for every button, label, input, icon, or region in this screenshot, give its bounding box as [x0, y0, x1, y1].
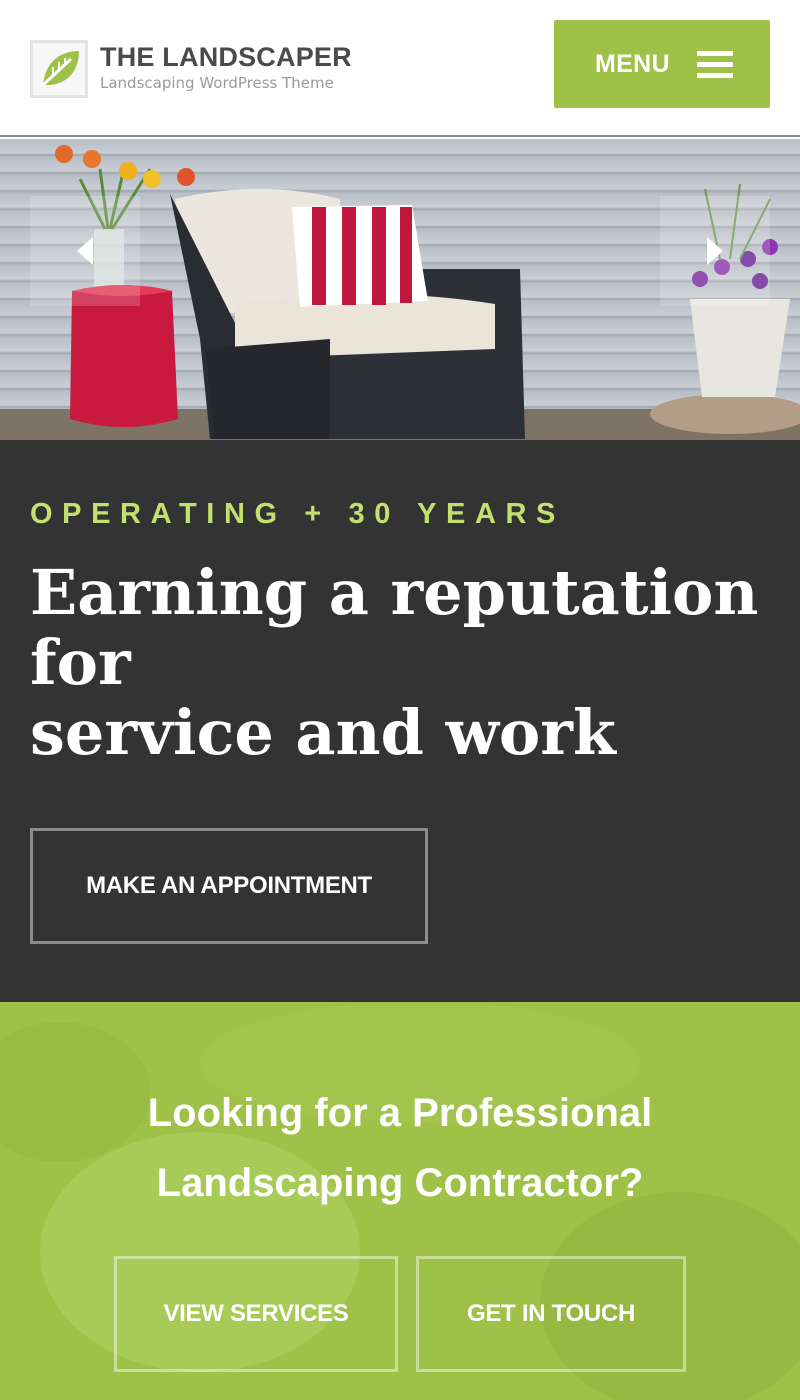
menu-button[interactable]: MENU	[554, 20, 770, 108]
headline-line: Earning a reputation	[30, 556, 759, 629]
make-appointment-button[interactable]: MAKE AN APPOINTMENT	[30, 828, 428, 944]
get-in-touch-button[interactable]: GET IN TOUCH	[416, 1256, 686, 1372]
cta-section: Looking for a Professional Landscaping C…	[0, 1002, 800, 1400]
hamburger-icon	[696, 45, 733, 84]
cta-title-line: Landscaping Contractor?	[156, 1161, 644, 1205]
menu-label: MENU	[595, 49, 670, 78]
chevron-right-icon	[707, 237, 723, 265]
slider-prev-button[interactable]	[30, 196, 140, 306]
site-header: THE LANDSCAPER Landscaping WordPress The…	[0, 0, 800, 137]
headline-line: service and work	[30, 696, 616, 769]
chevron-left-icon	[77, 237, 93, 265]
view-services-label: VIEW SERVICES	[163, 1300, 349, 1327]
leaf-logo-icon	[30, 40, 88, 98]
site-logo[interactable]: THE LANDSCAPER Landscaping WordPress The…	[30, 40, 352, 98]
cta-title: Looking for a Professional Landscaping C…	[0, 1078, 800, 1218]
intro-headline: Earning a reputation for service and wor…	[30, 558, 770, 768]
intro-section: OPERATING + 30 YEARS Earning a reputatio…	[0, 440, 800, 1002]
logo-title: THE LANDSCAPER	[100, 42, 352, 72]
view-services-button[interactable]: VIEW SERVICES	[114, 1256, 398, 1372]
make-appointment-label: MAKE AN APPOINTMENT	[86, 872, 372, 899]
intro-eyebrow: OPERATING + 30 YEARS	[30, 498, 566, 530]
headline-line: for	[30, 626, 131, 699]
hero-slider	[0, 139, 800, 440]
logo-subtitle: Landscaping WordPress Theme	[100, 74, 334, 92]
logo-text: THE LANDSCAPER Landscaping WordPress The…	[100, 42, 352, 94]
get-in-touch-label: GET IN TOUCH	[467, 1300, 635, 1327]
cta-title-line: Looking for a Professional	[147, 1091, 653, 1135]
slider-next-button[interactable]	[660, 196, 770, 306]
